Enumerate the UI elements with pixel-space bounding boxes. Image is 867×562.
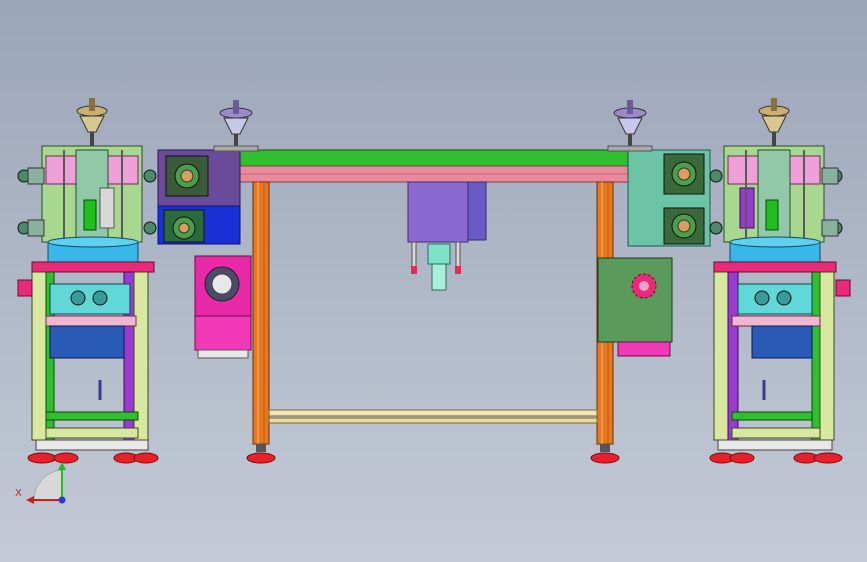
magenta-servo-motor [194, 255, 252, 359]
central-gantry [157, 100, 711, 464]
right-station [709, 98, 851, 464]
cad-viewport[interactable]: X [0, 0, 867, 562]
gantry-leg-left [252, 181, 270, 445]
left-upper-motor-block [157, 149, 241, 245]
vertical-knob-icon [758, 98, 790, 148]
vertical-knob-icon [213, 100, 259, 152]
left-station [17, 98, 159, 464]
lower-cross-rail [268, 409, 598, 417]
machine-assembly-drawing: X [15, 98, 851, 504]
top-beam [239, 149, 631, 167]
gantry-foot-right [590, 444, 620, 464]
coordinate-triad-icon[interactable]: X [15, 462, 66, 504]
vertical-knob-icon [607, 100, 653, 152]
x-axis-label: X [15, 488, 22, 499]
slider-carriage [407, 181, 487, 291]
gantry-foot-left [246, 444, 276, 464]
olive-control-panel [597, 257, 673, 357]
vertical-knob-icon [76, 98, 108, 148]
right-upper-motor-block [627, 149, 711, 247]
